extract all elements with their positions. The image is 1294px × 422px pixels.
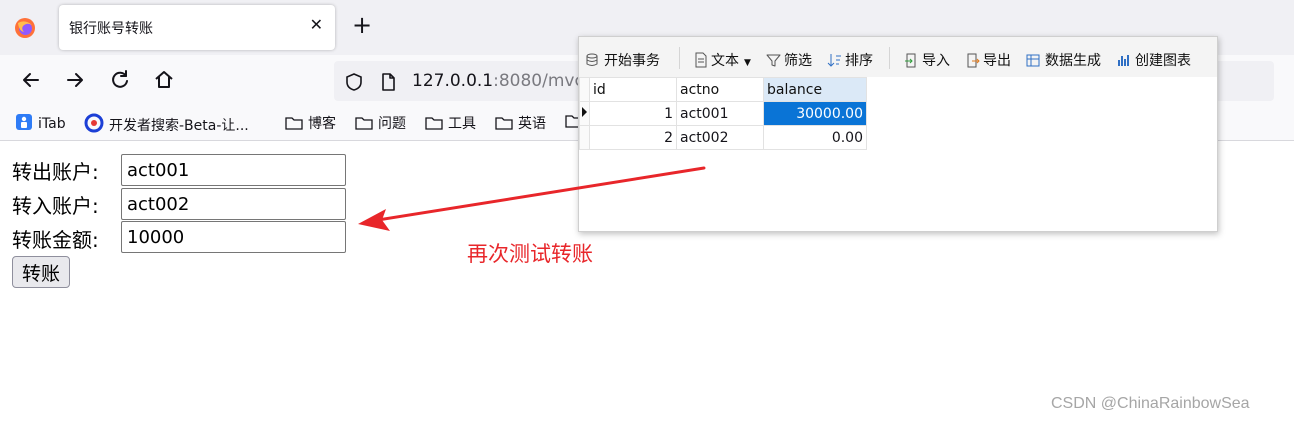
annotation-text: 再次测试转账: [467, 242, 593, 266]
annotation-arrow: [358, 166, 706, 231]
watermark: CSDN @ChinaRainbowSea: [1051, 395, 1250, 412]
